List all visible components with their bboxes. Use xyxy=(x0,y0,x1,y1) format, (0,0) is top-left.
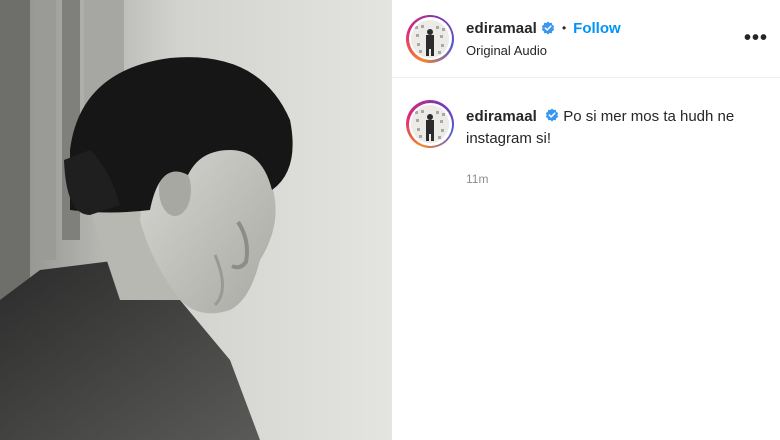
header-text: ediramaal • Follow Original Audio xyxy=(466,20,621,58)
post-sidebar: ediramaal • Follow Original Audio ••• ed… xyxy=(392,0,780,440)
caption-text-row: ediramaal Po si mer mos ta hudh ne insta… xyxy=(466,106,766,150)
verified-badge-icon xyxy=(541,21,555,35)
separator-dot: • xyxy=(561,21,567,35)
username-link[interactable]: ediramaal xyxy=(466,20,537,37)
caption-body: ediramaal Po si mer mos ta hudh ne insta… xyxy=(466,106,766,186)
more-options-icon[interactable]: ••• xyxy=(744,28,768,48)
follow-button[interactable]: Follow xyxy=(573,20,621,37)
caption-comment: ediramaal Po si mer mos ta hudh ne insta… xyxy=(392,78,780,186)
avatar[interactable] xyxy=(406,14,454,63)
caption-profile-picture-image xyxy=(411,105,449,143)
post-header: ediramaal • Follow Original Audio ••• xyxy=(392,0,780,78)
post-timestamp[interactable]: 11m xyxy=(466,172,766,186)
profile-picture-image xyxy=(411,19,449,58)
header-name-row: ediramaal • Follow xyxy=(466,20,621,37)
video-frame-image xyxy=(0,0,392,440)
caption-profile-picture xyxy=(411,105,449,143)
caption-avatar[interactable] xyxy=(406,100,454,148)
profile-picture xyxy=(411,19,449,58)
post-media[interactable] xyxy=(0,0,392,440)
original-audio-link[interactable]: Original Audio xyxy=(466,43,621,58)
instagram-post: ediramaal • Follow Original Audio ••• ed… xyxy=(0,0,780,440)
caption-username-link[interactable]: ediramaal xyxy=(466,108,537,125)
caption-verified-badge-icon xyxy=(545,107,559,122)
